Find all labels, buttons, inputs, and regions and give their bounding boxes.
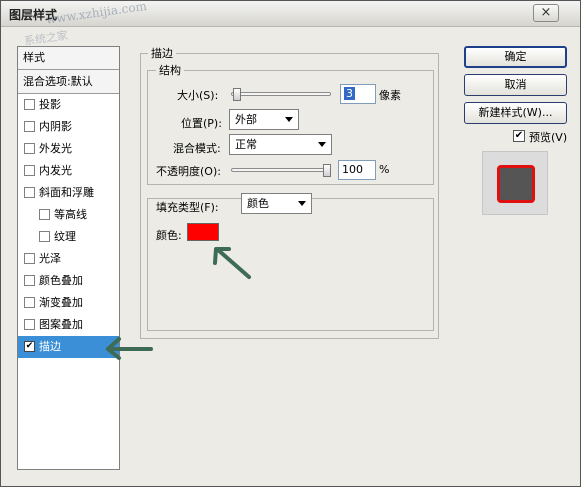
structure-title: 结构 — [156, 62, 184, 78]
style-checkbox[interactable] — [24, 143, 35, 154]
fill-type-value: 颜色 — [247, 197, 269, 210]
layer-style-dialog: 图层样式 www.xzhijia.com × 系统之家 样式 混合选项:默认 投… — [0, 0, 581, 487]
blend-mode-label: 混合模式: — [173, 142, 221, 155]
opacity-unit: % — [379, 163, 390, 176]
opacity-input[interactable]: 100 — [338, 160, 376, 180]
size-slider-track[interactable] — [231, 92, 331, 96]
size-unit: 像素 — [379, 89, 401, 102]
style-item[interactable]: 等高线 — [18, 204, 119, 226]
position-label: 位置(P): — [181, 117, 222, 130]
position-value: 外部 — [235, 113, 257, 126]
style-checkbox[interactable]: ✔ — [24, 341, 35, 352]
size-label: 大小(S): — [177, 89, 219, 102]
styles-header[interactable]: 样式 — [18, 47, 119, 70]
style-item-label: 内发光 — [39, 164, 72, 177]
style-item-label: 等高线 — [54, 208, 87, 221]
style-item[interactable]: 投影 — [18, 94, 119, 116]
style-item[interactable]: 内阴影 — [18, 116, 119, 138]
style-checkbox[interactable] — [24, 187, 35, 198]
color-label: 颜色: — [156, 229, 182, 242]
blending-options-item[interactable]: 混合选项:默认 — [18, 70, 119, 94]
preview-label[interactable]: 预览(V) — [529, 129, 567, 145]
size-input[interactable]: 3 — [340, 84, 376, 104]
style-item[interactable]: 斜面和浮雕 — [18, 182, 119, 204]
size-slider-knob[interactable] — [232, 88, 241, 101]
fill-type-label: 填充类型(F): — [156, 201, 219, 214]
style-item[interactable]: 外发光 — [18, 138, 119, 160]
stroke-section-title: 描边 — [148, 45, 176, 61]
style-preview — [482, 151, 548, 215]
style-checkbox[interactable] — [24, 165, 35, 176]
style-item[interactable]: 光泽 — [18, 248, 119, 270]
opacity-slider-track[interactable] — [231, 168, 331, 172]
style-item-label: 光泽 — [39, 252, 61, 265]
arrow-annotation-stroke-item — [106, 337, 153, 360]
chevron-down-icon — [298, 201, 306, 206]
preview-checkbox[interactable]: ✔ — [513, 130, 525, 142]
style-item[interactable]: 图案叠加 — [18, 314, 119, 336]
style-item-label: 投影 — [39, 98, 61, 111]
opacity-label: 不透明度(O): — [156, 165, 221, 178]
color-swatch[interactable] — [187, 223, 219, 241]
style-item-label: 描边 — [39, 340, 61, 353]
style-item-label: 外发光 — [39, 142, 72, 155]
close-button[interactable]: × — [533, 4, 559, 22]
style-item-label: 颜色叠加 — [39, 274, 83, 287]
style-checkbox[interactable] — [39, 231, 50, 242]
chevron-down-icon — [285, 117, 293, 122]
new-style-button[interactable]: 新建样式(W)... — [464, 102, 567, 124]
cancel-button[interactable]: 取消 — [464, 74, 567, 96]
style-checkbox[interactable] — [24, 99, 35, 110]
fill-group — [147, 198, 434, 331]
check-icon: ✔ — [514, 130, 524, 141]
style-checkbox[interactable] — [24, 253, 35, 264]
style-checkbox[interactable] — [24, 121, 35, 132]
style-item-label: 纹理 — [54, 230, 76, 243]
style-item[interactable]: 内发光 — [18, 160, 119, 182]
style-item-label: 斜面和浮雕 — [39, 186, 94, 199]
styles-list: 样式 混合选项:默认 投影内阴影外发光内发光斜面和浮雕等高线纹理光泽颜色叠加渐变… — [17, 46, 120, 470]
blend-mode-value: 正常 — [235, 138, 257, 151]
style-item-label: 图案叠加 — [39, 318, 83, 331]
style-checkbox[interactable] — [24, 297, 35, 308]
style-checkbox[interactable] — [24, 275, 35, 286]
style-checkbox[interactable] — [24, 319, 35, 330]
title-bar: 图层样式 www.xzhijia.com × — [1, 0, 580, 27]
style-item[interactable]: 纹理 — [18, 226, 119, 248]
style-item-label: 渐变叠加 — [39, 296, 83, 309]
ok-button[interactable]: 确定 — [464, 46, 567, 68]
position-select[interactable]: 外部 — [229, 109, 299, 130]
preview-thumbnail — [497, 165, 535, 203]
opacity-slider-knob[interactable] — [323, 164, 331, 177]
arrow-annotation-color — [213, 247, 251, 279]
style-checkbox[interactable] — [39, 209, 50, 220]
blend-mode-select[interactable]: 正常 — [229, 134, 332, 155]
watermark-text: www.xzhijia.com — [45, 0, 148, 27]
style-item-label: 内阴影 — [39, 120, 72, 133]
fill-type-select[interactable]: 颜色 — [241, 193, 312, 214]
style-item[interactable]: 渐变叠加 — [18, 292, 119, 314]
chevron-down-icon — [318, 142, 326, 147]
style-item[interactable]: 颜色叠加 — [18, 270, 119, 292]
